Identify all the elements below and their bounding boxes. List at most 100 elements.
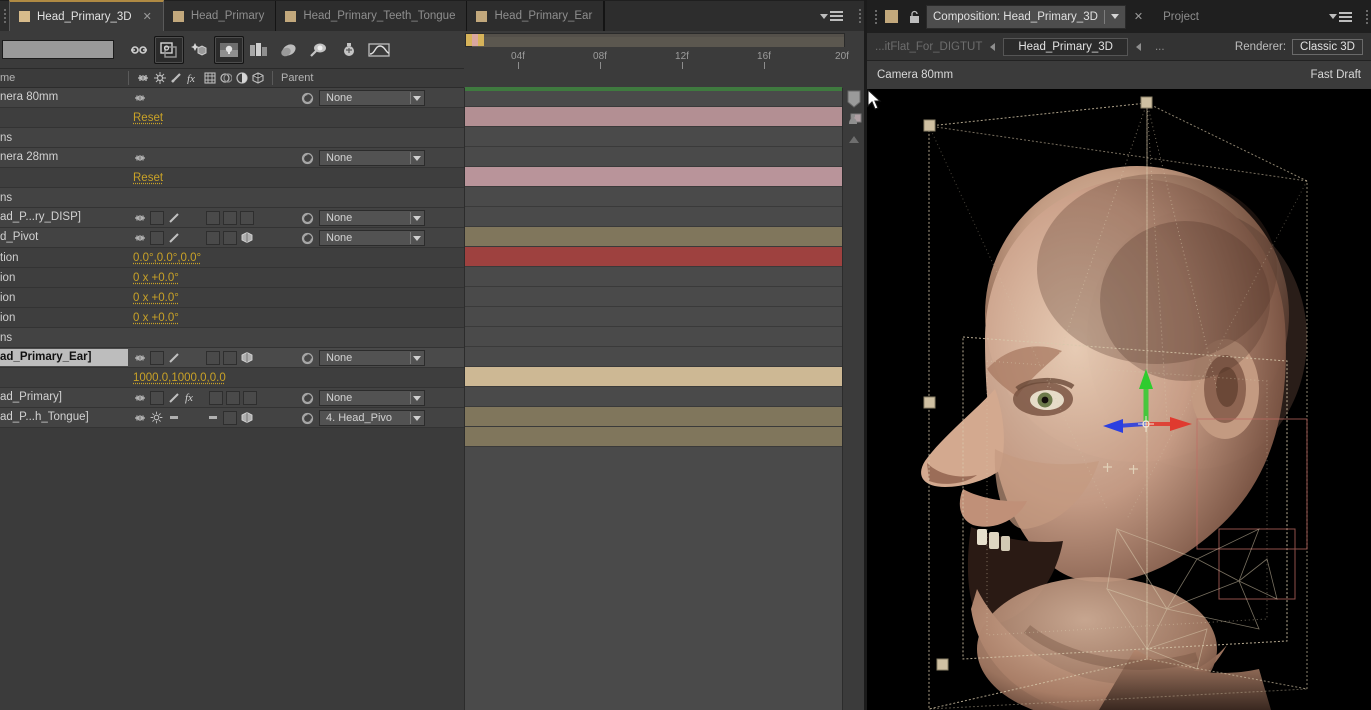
audio-toggle[interactable] [148, 210, 165, 226]
solo-toggle[interactable] [165, 230, 182, 246]
breadcrumb-current[interactable]: Head_Primary_3D [1003, 37, 1128, 56]
motion-blur-toggle[interactable] [224, 390, 241, 406]
graph-row[interactable] [465, 227, 842, 247]
panel-grip[interactable] [0, 1, 9, 31]
fx-toggle[interactable] [204, 410, 221, 426]
parent-cell[interactable]: None [300, 88, 464, 108]
solo-toggle[interactable] [165, 350, 182, 366]
audio-icon[interactable] [148, 410, 165, 426]
frame-blend-toggle[interactable] [207, 390, 224, 406]
layer-name[interactable]: ad_Primary] [0, 389, 128, 406]
reset-link[interactable]: Reset [128, 112, 163, 124]
lock-icon[interactable] [908, 10, 921, 24]
marker-yellow-2[interactable] [478, 34, 484, 46]
fx-toggle[interactable] [204, 230, 221, 246]
graph-row[interactable] [465, 187, 842, 207]
graph-row[interactable] [465, 267, 842, 287]
fx-toggle[interactable] [204, 350, 221, 366]
layer-switches[interactable] [128, 148, 308, 168]
tab-project[interactable]: Project [1151, 11, 1211, 23]
tab-head-primary-teeth-tongue[interactable]: Head_Primary_Teeth_Tongue [276, 1, 468, 31]
property-value[interactable]: 0 x +0.0° [128, 272, 179, 284]
video-icon[interactable] [131, 230, 148, 246]
table-row[interactable]: ns [0, 188, 464, 208]
graph-row[interactable] [465, 167, 842, 187]
solo-toggle[interactable] [165, 390, 182, 406]
video-icon[interactable] [131, 210, 148, 226]
solo-toggle[interactable] [165, 410, 182, 426]
table-row[interactable]: ad_P...h_Tongue] 4. Head_Pivo [0, 408, 464, 428]
table-row[interactable]: 1000.0,1000.0,0.0 [0, 368, 464, 388]
graph-row[interactable] [465, 327, 842, 347]
audio-toggle[interactable] [148, 350, 165, 366]
pickwhip-icon[interactable] [300, 231, 314, 245]
comp-marker-icon[interactable] [846, 90, 862, 108]
pickwhip-icon[interactable] [300, 151, 314, 165]
shy-icon[interactable] [124, 36, 154, 64]
three-d-toggle[interactable] [238, 350, 255, 366]
table-row[interactable]: ns [0, 128, 464, 148]
graph-row[interactable] [465, 247, 842, 267]
auto-keyframe-icon[interactable] [214, 35, 244, 64]
panel-menu-icon[interactable] [1329, 11, 1352, 22]
three-d-toggle[interactable] [238, 230, 255, 246]
close-icon[interactable]: ✕ [1134, 10, 1143, 23]
layer-switches[interactable] [128, 408, 308, 428]
graph-row[interactable] [465, 307, 842, 327]
parent-cell[interactable]: None [300, 228, 464, 248]
graph-row[interactable] [465, 127, 842, 147]
pickwhip-icon[interactable] [300, 91, 314, 105]
table-row[interactable]: Reset [0, 108, 464, 128]
video-icon[interactable] [131, 150, 148, 166]
pickwhip-icon[interactable] [300, 411, 314, 425]
tab-composition[interactable]: Composition: Head_Primary_3D [926, 4, 1126, 29]
three-d-toggle[interactable] [238, 410, 255, 426]
motion-blur-toggle[interactable] [221, 210, 238, 226]
parent-select[interactable]: None [319, 390, 425, 406]
layer-switches[interactable] [128, 208, 308, 228]
property-value[interactable]: 0 x +0.0° [128, 292, 179, 304]
close-icon[interactable]: ✕ [143, 10, 152, 23]
fx-toggle[interactable] [204, 210, 221, 226]
panel-grip-right[interactable] [1362, 2, 1371, 32]
property-value[interactable]: 1000.0,1000.0,0.0 [128, 372, 226, 384]
renderer-value[interactable]: Classic 3D [1292, 38, 1363, 55]
fx-icon[interactable]: fx [182, 390, 199, 406]
table-row[interactable]: ion 0 x +0.0° [0, 288, 464, 308]
parent-cell[interactable]: None [300, 208, 464, 228]
pickwhip-icon[interactable] [300, 391, 314, 405]
video-icon[interactable] [131, 90, 148, 106]
panel-grip[interactable] [871, 2, 880, 32]
property-value[interactable]: 0.0°,0.0°,0.0° [128, 252, 201, 264]
brainstorm-icon[interactable] [244, 36, 274, 64]
panel-menu-icon[interactable] [820, 11, 843, 21]
tab-head-primary-3d[interactable]: Head_Primary_3D ✕ [9, 0, 164, 31]
video-icon[interactable] [131, 410, 148, 426]
parent-cell[interactable]: None [300, 388, 464, 408]
graph-row-selected[interactable] [465, 367, 842, 387]
timeline-ruler[interactable]: 04f 08f 12f 16f 20f [464, 31, 864, 69]
graph-row[interactable] [465, 147, 842, 167]
parent-select[interactable]: 4. Head_Pivo [319, 410, 425, 426]
pickwhip-icon[interactable] [300, 211, 314, 225]
three-d-toggle[interactable] [241, 390, 258, 406]
table-row[interactable]: nera 28mm None [0, 148, 464, 168]
graph-row[interactable] [465, 87, 842, 107]
wiggler-icon[interactable] [334, 36, 364, 64]
pickwhip-icon[interactable] [300, 351, 314, 365]
layer-switches[interactable] [128, 348, 308, 368]
motion-blur-toggle[interactable] [221, 410, 238, 426]
parent-cell[interactable]: None [300, 348, 464, 368]
graph-row[interactable] [465, 287, 842, 307]
table-row[interactable]: d_Pivot None [0, 228, 464, 248]
table-row-selected[interactable]: ad_Primary_Ear] None [0, 348, 464, 368]
graph-row[interactable] [465, 387, 842, 407]
audio-toggle[interactable] [148, 230, 165, 246]
parent-select[interactable]: None [319, 90, 425, 106]
parent-select[interactable]: None [319, 210, 425, 226]
comp-render-icon[interactable] [845, 111, 862, 127]
table-row[interactable]: ad_Primary] fx None [0, 388, 464, 408]
motion-blur-toggle[interactable] [221, 230, 238, 246]
video-icon[interactable] [131, 390, 148, 406]
property-value[interactable]: 0 x +0.0° [128, 312, 179, 324]
